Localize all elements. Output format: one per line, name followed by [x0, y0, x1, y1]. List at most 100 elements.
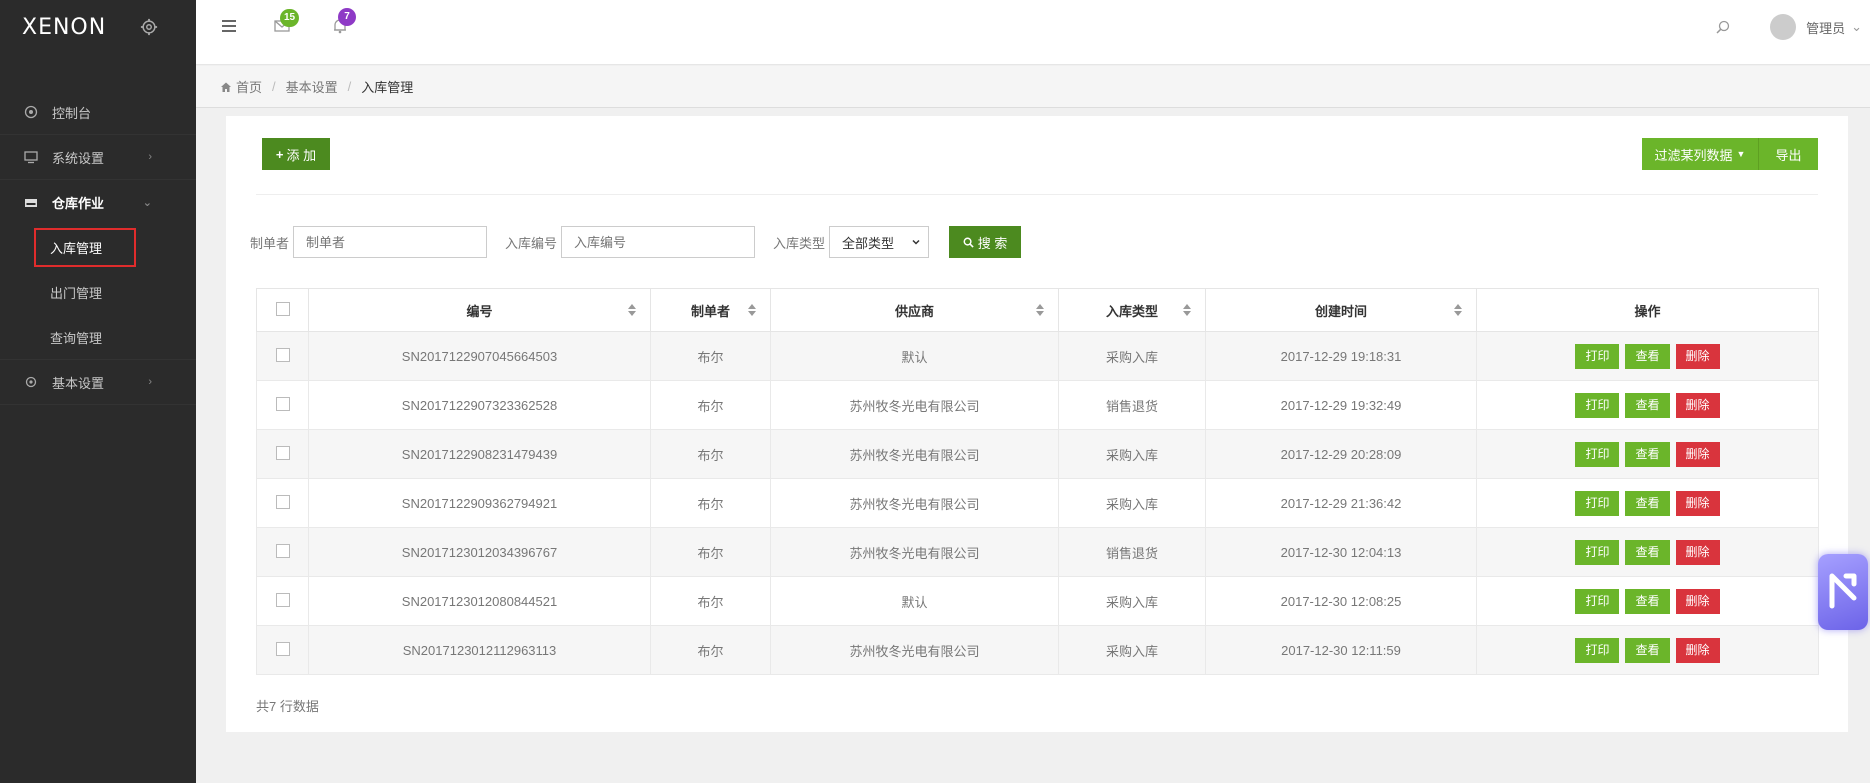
cell-created-time: 2017-12-29 19:18:31	[1205, 331, 1477, 381]
view-button[interactable]: 查看	[1625, 343, 1670, 369]
row-checkbox[interactable]	[275, 396, 290, 411]
header-code[interactable]: 编号	[308, 288, 651, 332]
header-actions: 操作	[1476, 288, 1819, 332]
delete-button[interactable]: 删除	[1675, 588, 1720, 614]
view-button[interactable]: 查看	[1625, 441, 1670, 467]
caret-down-icon: ▼	[1736, 149, 1746, 159]
sidebar-subitem-query[interactable]: 查询管理	[0, 315, 196, 360]
cell-actions: 打印 查看 删除	[1476, 576, 1819, 626]
delete-button[interactable]: 删除	[1675, 392, 1720, 418]
print-button[interactable]: 打印	[1575, 441, 1620, 467]
cell-code: SN2017122909362794921	[308, 478, 651, 528]
select-all-checkbox[interactable]	[275, 301, 290, 316]
view-button[interactable]: 查看	[1625, 588, 1670, 614]
sidebar-item-basic-settings[interactable]: 基本设置 ›	[0, 360, 196, 405]
header-creator[interactable]: 制单者	[650, 288, 771, 332]
cell-creator: 布尔	[650, 331, 771, 381]
sort-icon	[1036, 304, 1044, 316]
sidebar-item-dashboard[interactable]: 控制台	[0, 90, 196, 135]
view-button[interactable]: 查看	[1625, 490, 1670, 516]
table-row: SN2017123012112963113 布尔 苏州牧冬光电有限公司 采购入库 201…	[256, 625, 1819, 675]
cell-type: 采购入库	[1058, 331, 1206, 381]
column-filter-label: 过滤某列数据	[1654, 147, 1733, 163]
search-button-label: 搜 索	[977, 235, 1008, 251]
print-button[interactable]: 打印	[1575, 343, 1620, 369]
breadcrumb: 首页 / 基本设置 / 入库管理	[196, 66, 1870, 108]
row-checkbox[interactable]	[275, 494, 290, 509]
row-select-cell	[256, 380, 309, 430]
sidebar-item-system-settings[interactable]: 系统设置 ›	[0, 135, 196, 180]
code-label: 入库编号	[505, 235, 558, 251]
row-select-cell	[256, 429, 309, 479]
row-checkbox[interactable]	[275, 641, 290, 656]
header-type[interactable]: 入库类型	[1058, 288, 1206, 332]
view-button[interactable]: 查看	[1625, 539, 1670, 565]
user-menu[interactable]: 管理员 ⌄	[1770, 14, 1862, 40]
row-select-cell	[256, 331, 309, 381]
header-created-time[interactable]: 创建时间	[1205, 288, 1477, 332]
user-name: 管理员	[1806, 20, 1846, 36]
sort-icon	[748, 304, 756, 316]
menu-toggle-icon[interactable]	[222, 20, 236, 32]
cell-type: 销售退货	[1058, 380, 1206, 430]
cell-supplier: 苏州牧冬光电有限公司	[770, 380, 1059, 430]
floating-assistant-button[interactable]	[1818, 554, 1868, 630]
sidebar-subitem-inbound[interactable]: 入库管理	[0, 225, 196, 270]
sidebar-subitem-label: 出门管理	[50, 286, 103, 301]
row-checkbox[interactable]	[275, 592, 290, 607]
breadcrumb-level2[interactable]: 基本设置	[286, 77, 338, 96]
gear-icon[interactable]	[140, 18, 158, 36]
cell-supplier: 默认	[770, 331, 1059, 381]
type-select-value: 全部类型	[842, 235, 895, 251]
chevron-down-icon: ⌄	[142, 197, 152, 209]
print-button[interactable]: 打印	[1575, 490, 1620, 516]
row-select-cell	[256, 576, 309, 626]
delete-button[interactable]: 删除	[1675, 637, 1720, 663]
delete-button[interactable]: 删除	[1675, 539, 1720, 565]
creator-input[interactable]	[293, 226, 488, 258]
sidebar-nav: 控制台 系统设置 › 仓库作业 ⌄ 入库管理 出门管理 查询管理 基本设置 ›	[0, 90, 196, 405]
cell-code: SN2017123012112963113	[308, 625, 651, 675]
delete-button[interactable]: 删除	[1675, 343, 1720, 369]
chevron-right-icon: ›	[148, 151, 152, 163]
view-button[interactable]: 查看	[1625, 637, 1670, 663]
search-icon[interactable]	[1716, 20, 1730, 34]
cell-created-time: 2017-12-30 12:08:25	[1205, 576, 1477, 626]
export-button-label: 导出	[1775, 147, 1802, 163]
logo: XENON	[22, 14, 107, 40]
delete-button[interactable]: 删除	[1675, 441, 1720, 467]
print-button[interactable]: 打印	[1575, 637, 1620, 663]
sidebar-subitem-outbound[interactable]: 出门管理	[0, 270, 196, 315]
add-button[interactable]: + 添 加	[262, 138, 330, 170]
table-row: SN2017123012034396767 布尔 苏州牧冬光电有限公司 销售退货 201…	[256, 527, 1819, 577]
export-button[interactable]: 导出	[1758, 138, 1818, 170]
sort-icon	[1454, 304, 1462, 316]
header-label: 编号	[466, 303, 493, 319]
sidebar-item-label: 仓库作业	[52, 196, 105, 211]
print-button[interactable]: 打印	[1575, 588, 1620, 614]
cell-created-time: 2017-12-29 21:36:42	[1205, 478, 1477, 528]
print-button[interactable]: 打印	[1575, 392, 1620, 418]
header-supplier[interactable]: 供应商	[770, 288, 1059, 332]
delete-button[interactable]: 删除	[1675, 490, 1720, 516]
code-input[interactable]	[561, 226, 756, 258]
table-row: SN2017122909362794921 布尔 苏州牧冬光电有限公司 采购入库 201…	[256, 478, 1819, 528]
row-checkbox[interactable]	[275, 543, 290, 558]
search-form: 制单者 入库编号 入库类型 全部类型 搜 索	[250, 226, 1022, 258]
view-button[interactable]: 查看	[1625, 392, 1670, 418]
gear-icon	[25, 376, 37, 388]
column-filter-button[interactable]: 过滤某列数据 ▼	[1642, 138, 1758, 170]
row-checkbox[interactable]	[275, 445, 290, 460]
row-checkbox[interactable]	[275, 347, 290, 362]
creator-label: 制单者	[250, 235, 290, 251]
table-row: SN2017122907045664503 布尔 默认 采购入库 2017-12-29 …	[256, 331, 1819, 381]
sidebar-item-warehouse[interactable]: 仓库作业 ⌄	[0, 180, 196, 225]
breadcrumb-home[interactable]: 首页	[236, 77, 262, 96]
type-select[interactable]: 全部类型	[829, 226, 930, 258]
search-button[interactable]: 搜 索	[949, 226, 1022, 258]
sidebar: XENON 控制台 系统设置 › 仓库作业 ⌄ 入库管理 出门管理 查询管理 基…	[0, 0, 196, 783]
print-button[interactable]: 打印	[1575, 539, 1620, 565]
cell-created-time: 2017-12-30 12:04:13	[1205, 527, 1477, 577]
row-count: 共7 行数据	[256, 699, 319, 714]
cell-type: 采购入库	[1058, 478, 1206, 528]
